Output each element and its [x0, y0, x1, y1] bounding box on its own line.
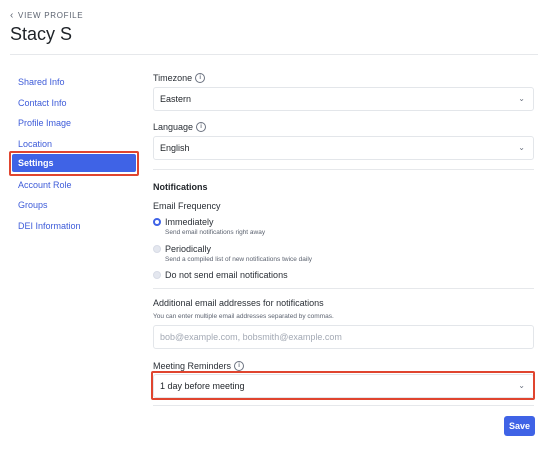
language-label: Language i	[153, 122, 207, 132]
timezone-value: Eastern	[160, 94, 192, 104]
language-value: English	[160, 143, 190, 153]
settings-highlight	[9, 151, 139, 176]
radio-immediately[interactable]	[153, 218, 161, 226]
section-divider	[153, 288, 534, 289]
radio-periodically-description: Send a compiled list of new notification…	[165, 256, 313, 263]
info-icon[interactable]: i	[234, 361, 245, 371]
sidebar-item-profile-image[interactable]: Profile Image	[18, 118, 71, 128]
language-label-text: Language	[153, 122, 194, 132]
page-title: Stacy S	[10, 24, 73, 44]
info-icon[interactable]: i	[195, 73, 206, 83]
timezone-label-text: Timezone	[153, 73, 193, 83]
radio-do-not-send[interactable]	[153, 271, 161, 279]
additional-emails-help: You can enter multiple email addresses s…	[153, 313, 334, 320]
notifications-title: Notifications	[153, 182, 208, 192]
additional-emails-label: Additional email addresses for notificat…	[153, 298, 324, 308]
timezone-select[interactable]: Eastern ⌄	[153, 87, 534, 111]
sidebar-item-location[interactable]: Location	[18, 139, 52, 149]
save-button[interactable]: Save	[504, 416, 535, 436]
meeting-reminders-highlight	[151, 371, 535, 400]
meeting-reminders-label-text: Meeting Reminders	[153, 361, 232, 371]
chevron-down-icon: ⌄	[518, 94, 525, 103]
sidebar-item-contact-info[interactable]: Contact Info	[18, 98, 67, 108]
email-frequency-label: Email Frequency	[153, 201, 221, 211]
sidebar-item-account-role[interactable]: Account Role	[18, 180, 72, 190]
sidebar-item-dei-information[interactable]: DEI Information	[18, 221, 81, 231]
chevron-down-icon: ⌄	[518, 143, 525, 152]
back-to-profile-link[interactable]: ‹ VIEW PROFILE	[10, 9, 84, 21]
radio-periodically[interactable]	[153, 245, 161, 253]
additional-emails-input[interactable]: bob@example.com, bobsmith@example.com	[153, 325, 534, 349]
radio-immediately-description: Send email notifications right away	[165, 229, 266, 236]
chevron-left-icon: ‹	[10, 9, 15, 21]
section-divider	[153, 405, 534, 406]
meeting-reminders-label: Meeting Reminders i	[153, 361, 245, 371]
additional-emails-placeholder: bob@example.com, bobsmith@example.com	[160, 332, 342, 342]
language-select[interactable]: English ⌄	[153, 136, 534, 160]
section-divider	[153, 169, 534, 170]
back-link-label: VIEW PROFILE	[18, 11, 84, 20]
timezone-label: Timezone i	[153, 73, 206, 83]
header-divider	[10, 54, 538, 55]
radio-do-not-send-label[interactable]: Do not send email notifications	[165, 270, 288, 280]
info-icon[interactable]: i	[196, 122, 207, 132]
sidebar-item-shared-info[interactable]: Shared Info	[18, 77, 65, 87]
radio-periodically-label[interactable]: Periodically	[165, 244, 211, 254]
sidebar-item-groups[interactable]: Groups	[18, 200, 48, 210]
radio-immediately-label[interactable]: Immediately	[165, 217, 214, 227]
